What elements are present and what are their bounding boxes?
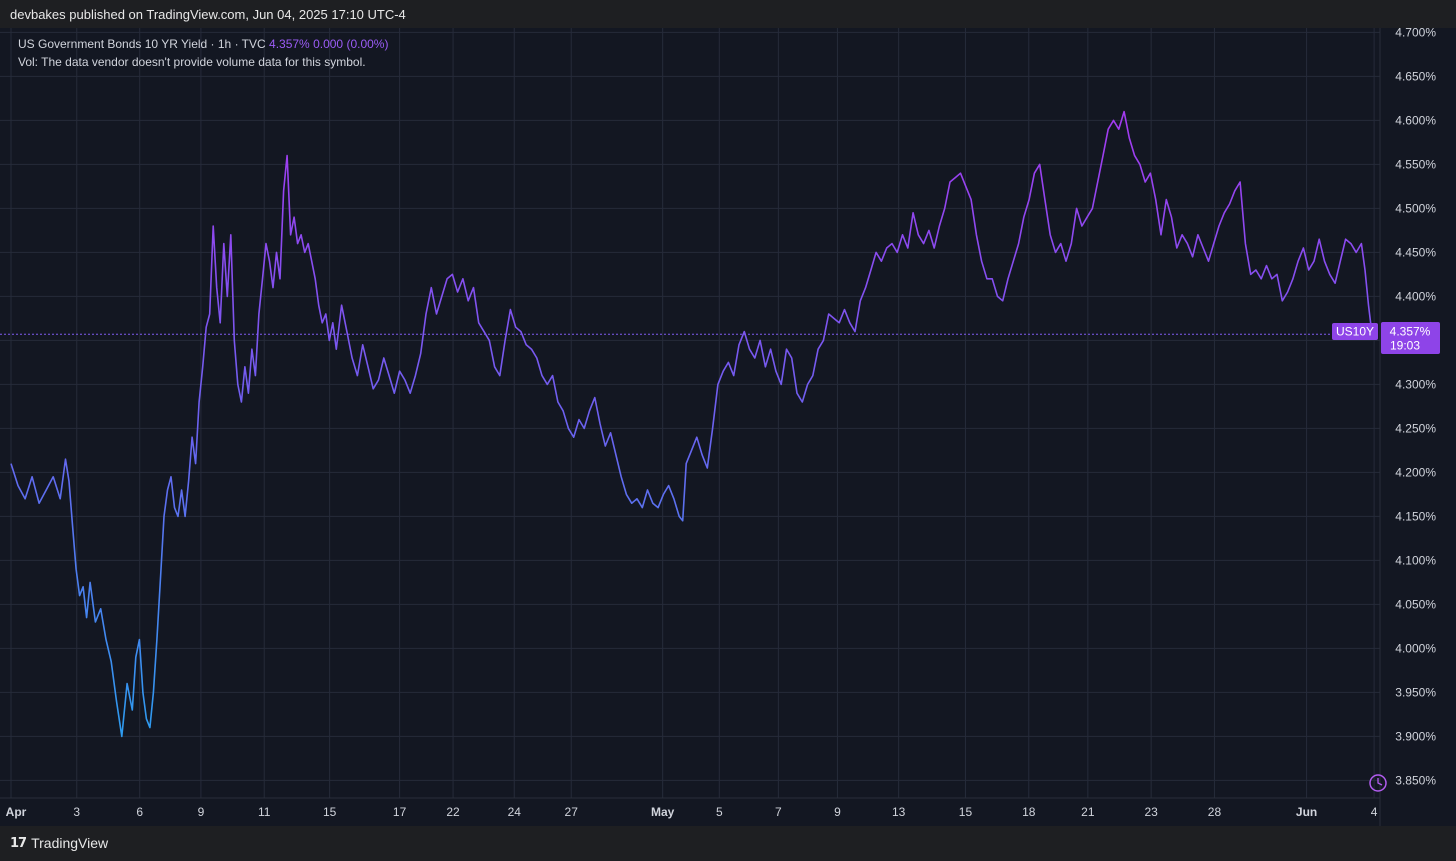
x-tick-label: 4 (1371, 805, 1378, 819)
x-tick-label: 13 (892, 805, 906, 819)
x-tick-label: 23 (1144, 805, 1158, 819)
y-tick-label: 4.600% (1395, 113, 1436, 127)
publish-info: devbakes published on TradingView.com, J… (10, 7, 406, 22)
x-tick-label: Jun (1296, 805, 1317, 819)
grid-lines (0, 28, 1380, 798)
x-tick-label: 22 (446, 805, 460, 819)
x-tick-label: Apr (6, 805, 27, 819)
yield-series-line (10, 110, 1373, 738)
volume-note: Vol: The data vendor doesn't provide vol… (18, 55, 366, 69)
last-value: 4.357% (269, 37, 310, 51)
x-tick-label: 17 (393, 805, 407, 819)
y-tick-label: 3.950% (1395, 685, 1436, 699)
x-tick-label: 21 (1081, 805, 1095, 819)
price-tag-value: 4.357% (1390, 325, 1431, 339)
tradingview-logo-icon: 17 (10, 835, 27, 851)
x-tick-label: 11 (258, 805, 271, 819)
x-tick-label: 3 (73, 805, 80, 819)
x-tick-label: 7 (775, 805, 782, 819)
x-tick-label: 18 (1022, 805, 1036, 819)
y-tick-label: 4.150% (1395, 509, 1436, 523)
brand-name: TradingView (31, 835, 109, 851)
price-chart[interactable]: 4.700% 4.650% 4.600% 4.550% 4.500% 4.450% 4.40… (0, 28, 1456, 826)
y-tick-label: 4.450% (1395, 245, 1436, 259)
y-tick-label: 3.900% (1395, 729, 1436, 743)
change-value: 0.000 (0.00%) (313, 37, 389, 51)
y-tick-label: 3.850% (1395, 773, 1436, 787)
time-axis[interactable]: Apr 3 6 9 11 15 17 22 24 27 May 5 7 9 13 15 18 21 23 28 Jun 4 (6, 805, 1378, 819)
publish-header: devbakes published on TradingView.com, J… (0, 0, 1456, 30)
y-tick-label: 4.400% (1395, 289, 1436, 303)
alert-clock-icon[interactable] (1369, 774, 1387, 792)
x-tick-label: 28 (1208, 805, 1222, 819)
y-tick-label: 4.000% (1395, 641, 1436, 655)
y-tick-label: 4.500% (1395, 201, 1436, 215)
y-tick-label: 4.100% (1395, 553, 1436, 567)
footer: 17 TradingView (0, 826, 1456, 861)
y-tick-label: 4.200% (1395, 465, 1436, 479)
price-tags: US10Y 4.357% 19:03 (1332, 322, 1440, 354)
y-tick-label: 4.650% (1395, 69, 1436, 83)
x-tick-label: 6 (136, 805, 143, 819)
y-tick-label: 4.250% (1395, 421, 1436, 435)
x-tick-label: 15 (323, 805, 337, 819)
y-tick-label: 4.700% (1395, 28, 1436, 39)
x-tick-label: 9 (834, 805, 841, 819)
tradingview-brand[interactable]: 17 TradingView (10, 835, 108, 851)
x-tick-label: 15 (959, 805, 973, 819)
y-tick-label: 4.550% (1395, 157, 1436, 171)
x-tick-label: 5 (716, 805, 723, 819)
bar-countdown: 19:03 (1390, 339, 1420, 353)
x-tick-label: 9 (198, 805, 205, 819)
x-tick-label: 24 (508, 805, 522, 819)
symbol-name: US Government Bonds 10 YR Yield · 1h · T… (18, 37, 266, 51)
chart-panel[interactable]: 4.700% 4.650% 4.600% 4.550% 4.500% 4.450% 4.40… (0, 28, 1456, 826)
x-tick-label: May (651, 805, 675, 819)
symbol-legend[interactable]: US Government Bonds 10 YR Yield · 1h · T… (18, 37, 388, 69)
ticker-tag: US10Y (1336, 325, 1374, 339)
price-axis[interactable]: 4.700% 4.650% 4.600% 4.550% 4.500% 4.450% 4.40… (1395, 28, 1436, 787)
legend-line-1: US Government Bonds 10 YR Yield · 1h · T… (18, 37, 388, 51)
x-tick-label: 27 (565, 805, 579, 819)
y-tick-label: 4.050% (1395, 597, 1436, 611)
y-tick-label: 4.300% (1395, 377, 1436, 391)
